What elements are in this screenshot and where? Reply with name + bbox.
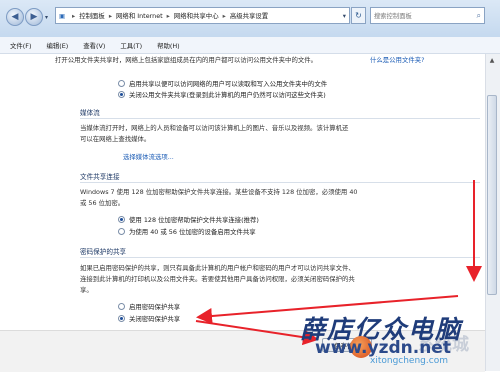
watermark-url: www.yzdn.net: [315, 338, 451, 358]
password-sharing-off-option[interactable]: 关闭密码保护共享: [118, 314, 180, 323]
breadcrumb-separator-icon: ▸: [222, 11, 226, 20]
menu-file[interactable]: 文件(F): [10, 41, 31, 50]
refresh-button[interactable]: ↻: [351, 7, 366, 24]
encryption-40-56-option[interactable]: 为使用 40 或 56 位加密的设备启用文件共享: [118, 227, 256, 236]
password-sharing-description-line3: 享。: [80, 286, 93, 294]
file-sharing-description-line2: 或 56 位加密。: [80, 199, 125, 207]
scroll-up-icon[interactable]: ▲: [487, 57, 497, 67]
breadcrumb-control-panel[interactable]: 控制面板: [79, 11, 105, 20]
password-sharing-description-line2: 连接到此计算机的打印机以及公用文件夹。若要使其他用户具备访问权限，必须关闭密码保…: [80, 275, 355, 283]
scrollbar-thumb[interactable]: [487, 95, 497, 295]
password-sharing-heading: 密码保护的共享: [80, 248, 127, 256]
divider: [80, 118, 480, 119]
media-streaming-heading: 媒体流: [80, 109, 100, 117]
file-sharing-heading: 文件共享连接: [80, 173, 120, 181]
radio-button[interactable]: [118, 80, 125, 87]
radio-button-selected[interactable]: [118, 315, 125, 322]
breadcrumb-separator-icon: ▸: [166, 11, 170, 20]
password-sharing-description-line1: 如果已启用密码保护的共享，则只有具备此计算机的用户帐户和密码的用户才可以访问共享…: [80, 264, 355, 272]
breadcrumb-separator-icon: ▸: [108, 11, 113, 20]
media-streaming-description-line1: 当媒体流打开时，网络上的人员和设备可以访问该计算机上的图片、音乐以及视频。该计算…: [80, 124, 349, 132]
divider: [80, 257, 480, 258]
menu-tools[interactable]: 工具(T): [120, 41, 142, 50]
search-placeholder: 搜索控制面板: [374, 13, 412, 20]
menu-bar: 文件(F) 编辑(E) 查看(V) 工具(T) 帮助(H): [0, 37, 500, 54]
breadcrumb-network-internet[interactable]: 网络和 Internet: [116, 11, 163, 20]
divider: [80, 182, 480, 183]
forward-arrow-icon: ▶: [30, 11, 38, 22]
search-input[interactable]: 搜索控制面板 ⌕: [370, 7, 485, 24]
what-is-public-folder-link[interactable]: 什么是公用文件夹?: [370, 55, 440, 65]
breadcrumb-separator-icon: ▸: [72, 11, 76, 20]
search-icon[interactable]: ⌕: [477, 11, 481, 21]
breadcrumb-advanced-sharing[interactable]: 高级共享设置: [230, 11, 268, 20]
menu-edit[interactable]: 编辑(E): [46, 41, 68, 50]
media-streaming-description-line2: 可以在网络上查找媒体。: [80, 135, 151, 143]
control-panel-icon: ▣: [59, 11, 66, 20]
refresh-icon: ↻: [355, 11, 362, 20]
watermark-sub: xitongcheng.com: [370, 356, 448, 366]
encryption-128-option[interactable]: 使用 128 位加密帮助保护文件共享连接(推荐): [118, 215, 259, 224]
file-sharing-description-line1: Windows 7 使用 128 位加密帮助保护文件共享连接。某些设备不支持 1…: [80, 188, 358, 196]
radio-button-selected[interactable]: [118, 91, 125, 98]
back-button[interactable]: ◀: [6, 8, 24, 26]
public-folder-description: 打开公用文件夹共享时，网络上包括家庭组成员在内的用户都可以访问公用文件夹中的文件…: [55, 56, 318, 64]
back-arrow-icon: ◀: [11, 11, 19, 22]
radio-button[interactable]: [118, 228, 125, 235]
history-dropdown-icon[interactable]: ▾: [45, 14, 48, 21]
public-sharing-off-option[interactable]: 关闭公用文件夹共享(登录到此计算机的用户仍然可以访问这些文件夹): [118, 90, 326, 99]
menu-help[interactable]: 帮助(H): [157, 41, 180, 50]
address-bar[interactable]: ▣ ▸ 控制面板 ▸ 网络和 Internet ▸ 网络和共享中心 ▸ 高级共享…: [55, 7, 350, 24]
menu-view[interactable]: 查看(V): [83, 41, 105, 50]
forward-button[interactable]: ▶: [25, 8, 43, 26]
password-sharing-on-option[interactable]: 启用密码保护共享: [118, 302, 180, 311]
media-streaming-options-link[interactable]: 选择媒体流选项...: [123, 152, 174, 162]
public-sharing-on-option[interactable]: 启用共享以便可以访问网络的用户可以读取和写入公用文件夹中的文件: [118, 79, 327, 88]
radio-button-selected[interactable]: [118, 216, 125, 223]
radio-button[interactable]: [118, 303, 125, 310]
breadcrumb-network-sharing-center[interactable]: 网络和共享中心: [174, 11, 219, 20]
address-dropdown-icon[interactable]: ▾: [343, 12, 346, 20]
